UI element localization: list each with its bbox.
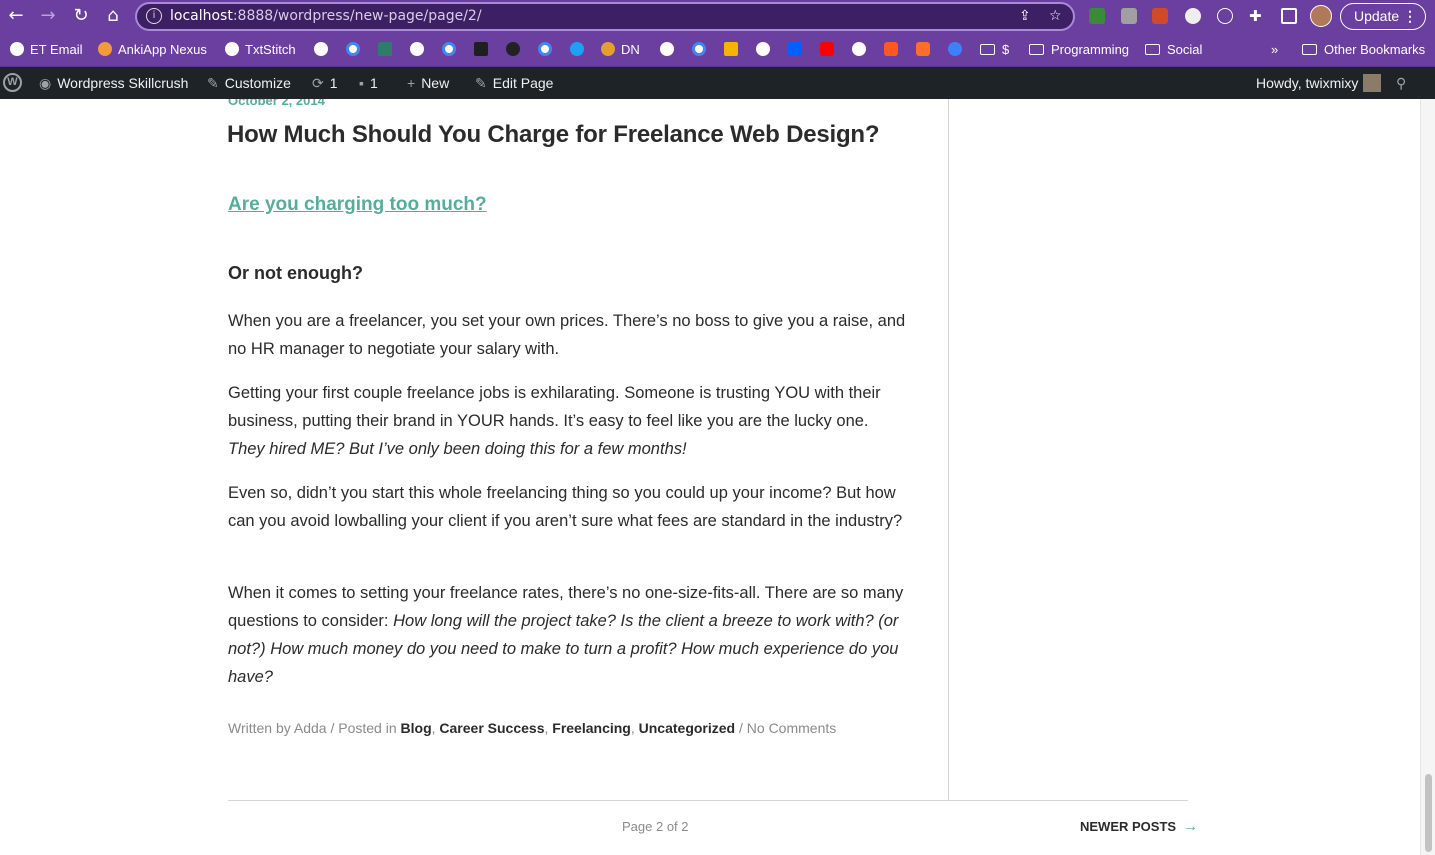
howdy-user-menu[interactable]: Howdy, twixmixy [1256, 75, 1358, 91]
url-text[interactable]: localhost:8888/wordpress/new-page/page/2… [170, 8, 482, 24]
sidebar-toggle-icon[interactable] [1281, 8, 1297, 24]
category-link[interactable]: Freelancing [552, 720, 631, 736]
edit-page-link[interactable]: ✎ Edit Page [475, 75, 553, 92]
cpanel-icon[interactable] [916, 42, 930, 56]
address-bar[interactable]: i localhost:8888/wordpress/new-page/page… [135, 2, 1075, 31]
user-avatar[interactable] [1363, 74, 1381, 92]
bookmark-star-icon[interactable]: ☆ [1049, 8, 1062, 24]
puzzle-icon[interactable]: ✚ [1249, 8, 1265, 24]
bookmark-folder[interactable]: $ [980, 42, 1009, 58]
google-icon[interactable] [692, 42, 706, 56]
bookmark-folder[interactable]: Social [1145, 42, 1202, 58]
twitter-icon[interactable] [570, 42, 584, 56]
page-content: October 2, 2014 How Much Should You Char… [0, 99, 1420, 855]
folder-icon [1029, 44, 1044, 55]
blogger-icon[interactable] [884, 42, 898, 56]
bookmark-item[interactable]: DN [601, 42, 640, 58]
page-indicator: Page 2 of 2 [622, 819, 689, 834]
category-link[interactable]: Blog [401, 720, 432, 736]
folder-icon [980, 44, 995, 55]
site-info-icon[interactable]: i [146, 8, 162, 24]
extension-icon[interactable] [1185, 8, 1201, 24]
bookmark-app-icon[interactable] [948, 42, 962, 56]
post-subheading: Or not enough? [228, 263, 363, 283]
customize-link[interactable]: ✎ Customize [207, 75, 291, 92]
pagination-divider [228, 800, 1188, 801]
bookmark-app-icon[interactable] [506, 42, 520, 56]
updates-icon: ⟳ [312, 75, 324, 91]
sidebar-divider [948, 99, 949, 801]
react-icon[interactable] [1217, 8, 1233, 24]
google-icon[interactable] [442, 42, 456, 56]
bookmark-item[interactable]: ET Email [10, 42, 83, 58]
updates-link[interactable]: ⟳ 1 [312, 75, 338, 92]
reload-icon[interactable]: ↻ [70, 6, 92, 26]
bookmark-globe-icon[interactable] [852, 42, 866, 56]
brush-icon: ✎ [207, 75, 219, 91]
bookmark-globe-icon[interactable] [410, 42, 424, 56]
folder-icon [1145, 44, 1160, 55]
wordpress-logo-icon[interactable]: W [3, 73, 22, 92]
post-link-heading[interactable]: Are you charging too much? [228, 194, 487, 216]
update-button[interactable]: Update ⋮ [1340, 3, 1426, 30]
newer-posts-link[interactable]: NEWER POSTS → [1080, 818, 1198, 836]
extension-icon[interactable] [1152, 8, 1168, 24]
other-bookmarks-folder[interactable]: Other Bookmarks [1302, 42, 1425, 58]
comments-link[interactable]: ▪ 1 [359, 75, 378, 91]
profile-avatar[interactable] [1310, 5, 1332, 27]
dn-icon [601, 42, 615, 56]
share-icon[interactable]: ⇪ [1019, 8, 1031, 24]
new-content-link[interactable]: + New [407, 75, 449, 91]
post-paragraph: Getting your first couple freelance jobs… [228, 384, 881, 458]
plus-icon: + [407, 75, 416, 91]
dashboard-icon: ◉ [39, 75, 52, 91]
youtube-icon[interactable] [820, 42, 834, 56]
browser-toolbar: ← → ↻ ⌂ i localhost:8888/wordpress/new-p… [0, 0, 1435, 33]
page-scrollbar[interactable] [1420, 99, 1435, 855]
site-name-link[interactable]: ◉ Wordpress Skillcrush [39, 75, 188, 92]
bookmark-globe-icon[interactable] [756, 42, 770, 56]
bookmark-app-icon[interactable] [474, 42, 488, 56]
extension-icon[interactable] [1121, 8, 1137, 24]
dropbox-icon[interactable] [788, 42, 802, 56]
post-paragraph: When you are a freelancer, you set your … [228, 312, 906, 358]
forward-arrow-icon[interactable]: → [37, 6, 59, 26]
post-paragraph: Even so, didn’t you start this whole fre… [228, 484, 903, 530]
search-icon[interactable]: ⚲ [1396, 75, 1406, 92]
arrow-right-icon: → [1182, 818, 1199, 835]
bookmarks-overflow-icon[interactable]: » [1271, 42, 1278, 58]
post-date[interactable]: October 2, 2014 [228, 99, 325, 108]
ankiapp-icon [98, 42, 112, 56]
globe-icon [10, 42, 24, 56]
bookmark-item[interactable]: AnkiApp Nexus [98, 42, 207, 58]
post-paragraph: When it comes to setting your freelance … [228, 584, 904, 686]
folder-icon [1302, 44, 1317, 55]
extension-icon[interactable] [1089, 8, 1105, 24]
wp-admin-bar: W ◉ Wordpress Skillcrush ✎ Customize ⟳ 1 ▪ 1… [0, 67, 1435, 99]
bookmark-folder[interactable]: Programming [1029, 42, 1129, 58]
bookmark-globe-icon[interactable] [314, 42, 328, 56]
comment-icon: ▪ [359, 75, 364, 91]
google-icon[interactable] [538, 42, 552, 56]
pencil-icon: ✎ [475, 75, 487, 91]
back-arrow-icon[interactable]: ← [5, 6, 27, 26]
post-title[interactable]: How Much Should You Charge for Freelance… [227, 121, 880, 149]
home-icon[interactable]: ⌂ [102, 6, 124, 26]
scrollbar-thumb[interactable] [1425, 774, 1432, 852]
comments-link[interactable]: / No Comments [735, 720, 836, 736]
globe-icon [225, 42, 239, 56]
google-icon[interactable] [346, 42, 360, 56]
post-meta: Written by Adda / Posted in Blog, Career… [228, 720, 837, 736]
category-link[interactable]: Uncategorized [639, 720, 735, 736]
bookmark-globe-icon[interactable] [660, 42, 674, 56]
bookmark-item[interactable]: TxtStitch [225, 42, 296, 58]
bookmark-app-icon[interactable] [378, 42, 392, 56]
google-ads-icon[interactable] [724, 42, 738, 56]
category-link[interactable]: Career Success [439, 720, 544, 736]
bookmarks-bar: ET Email AnkiApp Nexus TxtStitch DN $ Pr… [0, 33, 1435, 67]
